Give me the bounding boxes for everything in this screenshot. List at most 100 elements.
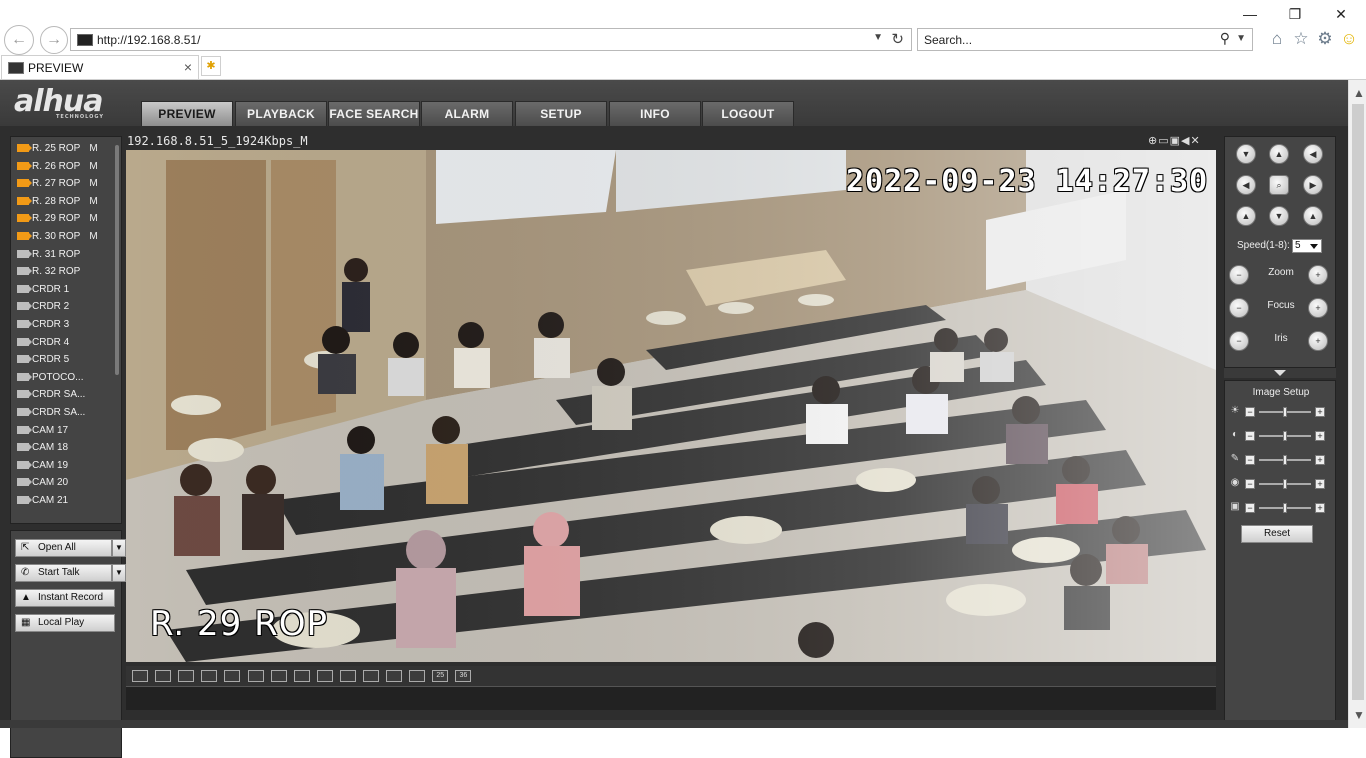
- gain-decrease-button[interactable]: −: [1245, 503, 1255, 513]
- instant-record-button[interactable]: ▲ Instant Record: [15, 589, 115, 607]
- search-icon[interactable]: ⚲: [1220, 30, 1230, 47]
- channel-item[interactable]: R. 29 ROP M: [17, 213, 98, 230]
- layout-fullscreen-icon[interactable]: [132, 670, 148, 682]
- reset-button[interactable]: Reset: [1241, 525, 1313, 543]
- layout-fit-icon[interactable]: [178, 670, 195, 682]
- minimize-button[interactable]: —: [1241, 6, 1259, 22]
- zoom-in-icon[interactable]: ⊕: [1148, 135, 1158, 147]
- nav-tab-face-search[interactable]: FACE SEARCH: [328, 101, 420, 126]
- nav-tab-logout[interactable]: LOGOUT: [702, 101, 794, 126]
- channel-item[interactable]: CAM 17: [17, 425, 68, 442]
- start-talk-dropdown[interactable]: ▼: [112, 564, 126, 582]
- brightness-thumb[interactable]: [1283, 407, 1287, 417]
- layout-13-icon[interactable]: [339, 670, 356, 682]
- channel-item[interactable]: CRDR 2: [17, 301, 69, 318]
- layout-9-icon[interactable]: [316, 670, 333, 682]
- channel-item[interactable]: CRDR SA...: [17, 389, 85, 406]
- settings-gear-icon[interactable]: ⚙: [1315, 29, 1335, 49]
- layout-16-icon[interactable]: [363, 670, 379, 682]
- saturation-increase-button[interactable]: +: [1315, 455, 1325, 465]
- contrast-decrease-button[interactable]: −: [1245, 431, 1255, 441]
- sharpness-decrease-button[interactable]: −: [1245, 479, 1255, 489]
- restore-button[interactable]: ❐: [1286, 6, 1304, 22]
- sharpness-track[interactable]: [1259, 479, 1311, 489]
- ptz-left-icon[interactable]: ◀: [1236, 175, 1256, 195]
- search-dropdown-icon[interactable]: ▼: [1236, 33, 1246, 44]
- scroll-down-icon[interactable]: ▼: [1353, 708, 1365, 722]
- contrast-track[interactable]: [1259, 431, 1311, 441]
- iris-open-icon[interactable]: +: [1308, 331, 1328, 351]
- open-all-dropdown[interactable]: ▼: [112, 539, 126, 557]
- channel-item[interactable]: R. 30 ROP M: [17, 231, 98, 248]
- snapshot-camera-icon[interactable]: ▣: [1170, 135, 1181, 147]
- page-scrollbar[interactable]: ▲ ▼: [1348, 80, 1366, 728]
- pip-icon[interactable]: ▭: [1158, 135, 1169, 147]
- gain-track[interactable]: [1259, 503, 1311, 513]
- channel-item[interactable]: R. 26 ROP M: [17, 161, 98, 178]
- ptz-up-right-icon[interactable]: ◀: [1303, 144, 1323, 164]
- channel-item[interactable]: R. 31 ROP: [17, 249, 80, 266]
- tab-close-icon[interactable]: ×: [184, 59, 192, 75]
- home-icon[interactable]: ⌂: [1267, 29, 1287, 49]
- search-box[interactable]: ⚲ ▼: [917, 28, 1253, 51]
- contrast-thumb[interactable]: [1283, 431, 1287, 441]
- sharpness-thumb[interactable]: [1283, 479, 1287, 489]
- channel-item[interactable]: CRDR 4: [17, 337, 69, 354]
- brightness-track[interactable]: [1259, 407, 1311, 417]
- start-talk-button[interactable]: ✆ Start Talk: [15, 564, 112, 582]
- layout-20-icon[interactable]: [386, 670, 403, 682]
- brightness-decrease-button[interactable]: −: [1245, 407, 1255, 417]
- channel-item[interactable]: CRDR 3: [17, 319, 69, 336]
- channel-item[interactable]: R. 32 ROP: [17, 266, 80, 283]
- layout-wide-icon[interactable]: [155, 670, 172, 682]
- new-tab-button[interactable]: ✱: [201, 56, 221, 76]
- channel-item[interactable]: POTOCO...: [17, 372, 84, 389]
- audio-icon[interactable]: ◀: [1181, 135, 1190, 147]
- address-dropdown-icon[interactable]: ▼: [873, 32, 883, 43]
- focus-far-icon[interactable]: +: [1308, 298, 1328, 318]
- layout-1-icon[interactable]: [224, 670, 241, 682]
- forward-button[interactable]: →: [40, 26, 68, 54]
- favorites-star-icon[interactable]: ☆: [1291, 29, 1311, 49]
- channel-list-scrollbar[interactable]: [115, 145, 119, 375]
- channel-item[interactable]: CAM 20: [17, 477, 68, 494]
- browser-tab[interactable]: PREVIEW ×: [1, 55, 199, 79]
- channel-item[interactable]: CAM 18: [17, 442, 68, 459]
- contrast-increase-button[interactable]: +: [1315, 431, 1325, 441]
- channel-item[interactable]: CRDR 5: [17, 354, 69, 371]
- gain-thumb[interactable]: [1283, 503, 1287, 513]
- local-play-button[interactable]: ▦ Local Play: [15, 614, 115, 632]
- channel-item[interactable]: R. 28 ROP M: [17, 196, 98, 213]
- nav-tab-setup[interactable]: SETUP: [515, 101, 607, 126]
- back-button[interactable]: ←: [4, 25, 34, 55]
- open-all-button[interactable]: ⇱ Open All: [15, 539, 112, 557]
- brightness-increase-button[interactable]: +: [1315, 407, 1325, 417]
- speed-select[interactable]: 5: [1292, 239, 1322, 253]
- scroll-thumb[interactable]: [1352, 104, 1364, 700]
- scroll-up-icon[interactable]: ▲: [1353, 86, 1365, 100]
- layout-36-label[interactable]: 36: [455, 670, 472, 682]
- ptz-down-left-icon[interactable]: ▼: [1236, 144, 1256, 164]
- ptz-down-left-2-icon[interactable]: ▲: [1236, 206, 1256, 226]
- layout-25-label[interactable]: 25: [432, 670, 449, 682]
- ptz-up-icon[interactable]: ▲: [1269, 144, 1289, 164]
- ptz-3d-locate-icon[interactable]: ⌕: [1269, 175, 1289, 195]
- channel-item[interactable]: CRDR 1: [17, 284, 69, 301]
- layout-4-icon[interactable]: [247, 670, 264, 682]
- channel-item[interactable]: CAM 19: [17, 460, 68, 477]
- zoom-in-icon[interactable]: +: [1308, 265, 1328, 285]
- close-window-button[interactable]: ✕: [1332, 6, 1350, 22]
- refresh-icon[interactable]: ↻: [891, 30, 904, 48]
- ptz-down-icon[interactable]: ▼: [1269, 206, 1289, 226]
- nav-tab-preview[interactable]: PREVIEW: [141, 101, 233, 126]
- nav-tab-alarm[interactable]: ALARM: [421, 101, 513, 126]
- nav-tab-playback[interactable]: PLAYBACK: [235, 101, 327, 126]
- saturation-decrease-button[interactable]: −: [1245, 455, 1255, 465]
- close-video-icon[interactable]: ✕: [1191, 135, 1201, 147]
- nav-tab-info[interactable]: INFO: [609, 101, 701, 126]
- ptz-collapse-toggle[interactable]: [1224, 368, 1336, 378]
- layout-25-icon[interactable]: [409, 670, 426, 682]
- gain-increase-button[interactable]: +: [1315, 503, 1325, 513]
- channel-item[interactable]: R. 25 ROP M: [17, 143, 98, 160]
- ptz-right-icon[interactable]: ▶: [1303, 175, 1323, 195]
